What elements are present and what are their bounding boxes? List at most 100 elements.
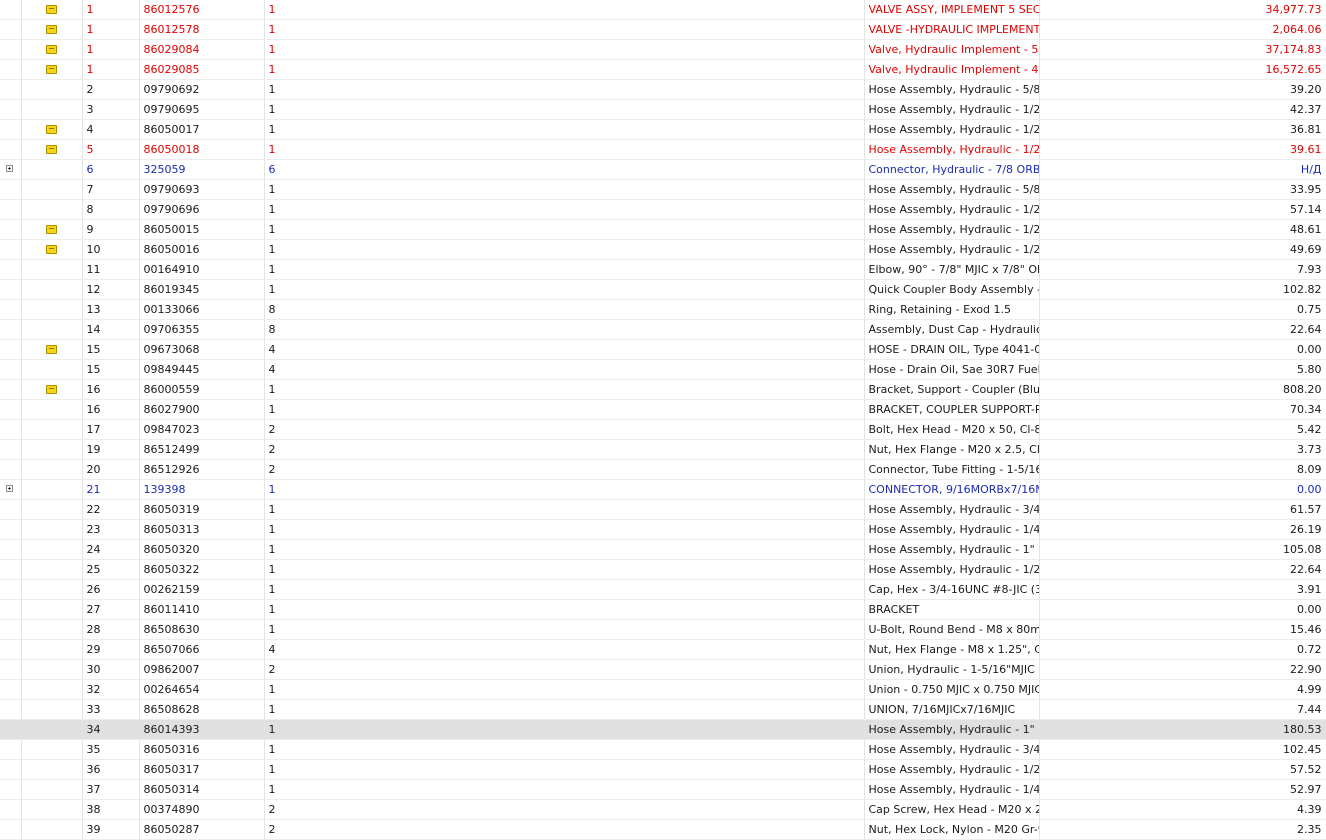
expand-cell — [0, 319, 22, 340]
table-row[interactable]: 15 09673068 4 HOSE - DRAIN OIL, Type 4041- 0… — [0, 339, 1326, 360]
table-row[interactable]: 33865086281UNION, 7/16MJICx7/16MJIC7.444… — [0, 699, 1326, 720]
note-icon[interactable] — [46, 144, 57, 154]
part-number-cell: 86050319 — [139, 499, 265, 520]
table-row[interactable]: 211393981CONNECTOR, 9/16MORBx7/16MJIC0.0… — [0, 479, 1326, 500]
note-cell — [21, 79, 83, 100]
part-number-cell: 86050016 — [139, 239, 265, 260]
table-row[interactable]: 19 86512499 2 Nut, Hex Flange - M20 x 2.5, … — [0, 439, 1326, 460]
table-row[interactable]: 25 86050322 1 Hose Assembly, Hydraulic - 1/… — [0, 559, 1326, 580]
quantity-cell: 2 — [264, 659, 865, 680]
parts-table: 1860125761VALVE ASSY, IMPLEMENT 5 SECTIO… — [0, 0, 1326, 840]
note-cell — [21, 739, 83, 760]
note-icon[interactable] — [46, 24, 57, 34]
position-cell: 23 — [82, 519, 140, 540]
table-row[interactable]: 16 86027900 1 BRACKET, COUPLER SUPPORT-RED 7… — [0, 399, 1326, 420]
table-row[interactable]: 37 86050314 1 Hose Assembly, Hydraulic - 1/… — [0, 779, 1326, 800]
part-number-cell: 09790696 — [139, 199, 265, 220]
table-row[interactable]: 30 09862007 2 Union, Hydraulic - 1-5/16"MJI… — [0, 659, 1326, 680]
price-cell: 37,174.83 — [1039, 39, 1326, 60]
expand-cell — [0, 339, 22, 360]
position-cell: 24 — [82, 539, 140, 560]
table-row[interactable]: 15 09849445 4 Hose - Drain Oil, Sae 30R7 Fu… — [0, 359, 1326, 380]
expand-cell — [0, 499, 22, 520]
note-cell — [21, 539, 83, 560]
expand-cell — [0, 739, 22, 760]
description-cell: Connector, Tube Fitting - 1-5/16"JIC x 1… — [864, 459, 1040, 480]
expand-icon[interactable] — [6, 165, 13, 172]
table-row[interactable]: 2097906921Hose Assembly, Hydraulic - 5/8… — [0, 79, 1326, 100]
expand-cell — [0, 799, 22, 820]
table-row[interactable]: 20 86512926 2 Connector, Tube Fitting - 1-5… — [0, 459, 1326, 480]
description-cell: Hose Assembly, Hydraulic - 1/2" ID x 117… — [864, 139, 1040, 160]
quantity-cell: 1 — [264, 699, 865, 720]
table-row[interactable]: 11 00164910 1 Elbow, 90° - 7/8" MJIC x 7/8"… — [0, 259, 1326, 280]
note-cell — [21, 439, 83, 460]
table-row[interactable]: 13 00133066 8 Ring, Retaining - Exod 1.5 0.7… — [0, 299, 1326, 320]
part-number-cell: 86029085 — [139, 59, 265, 80]
expand-cell — [0, 359, 22, 380]
table-row[interactable]: 10 86050016 1 Hose Assembly, Hydraulic - 1/… — [0, 239, 1326, 260]
part-number-cell: 09790692 — [139, 79, 265, 100]
price-cell: 61.57 — [1039, 499, 1326, 520]
expand-cell — [0, 439, 22, 460]
price-cell: 4.99 — [1039, 679, 1326, 700]
part-number-cell: 86012576 — [139, 0, 265, 20]
expand-cell — [0, 299, 22, 320]
table-row[interactable]: 22 86050319 1 Hose Assembly, Hydraulic - 3/… — [0, 499, 1326, 520]
note-icon[interactable] — [46, 344, 57, 354]
note-icon[interactable] — [46, 384, 57, 394]
note-icon[interactable] — [46, 244, 57, 254]
expand-cell — [0, 259, 22, 280]
table-row[interactable]: 1 86029085 1 Valve, Hydraulic Implement - 4… — [0, 59, 1326, 80]
table-row[interactable]: 14 09706355 8 Assembly, Dust Cap - Hydrauli… — [0, 319, 1326, 340]
note-cell — [21, 279, 83, 300]
table-row[interactable]: 8097906961Hose Assembly, Hydraulic - 1/2… — [0, 199, 1326, 220]
table-row[interactable]: 32 00264654 1 Union - 0.750 MJIC x 0.750 MJ… — [0, 679, 1326, 700]
part-number-cell: 00264654 — [139, 679, 265, 700]
table-row[interactable]: 27860114101BRACKET0.000.00 — [0, 599, 1326, 620]
position-cell: 16 — [82, 399, 140, 420]
table-row[interactable]: 12860193451Quick Coupler Body Assembly -… — [0, 279, 1326, 300]
note-icon[interactable] — [46, 64, 57, 74]
table-row[interactable]: 36 86050317 1 Hose Assembly, Hydraulic - 1/… — [0, 759, 1326, 780]
table-row[interactable]: 23 86050313 1 Hose Assembly, Hydraulic - 1/… — [0, 519, 1326, 540]
note-icon[interactable] — [46, 124, 57, 134]
table-row[interactable]: 7097906931Hose Assembly, Hydraulic - 5/8… — [0, 179, 1326, 200]
table-row[interactable]: 63250596Connector, Hydraulic - 7/8 ORB x… — [0, 159, 1326, 180]
table-row[interactable]: 28865086301U-Bolt, Round Bend - M8 x 80m… — [0, 619, 1326, 640]
position-cell: 37 — [82, 779, 140, 800]
table-row[interactable]: 5860500181Hose Assembly, Hydraulic - 1/2… — [0, 139, 1326, 160]
note-icon[interactable] — [46, 224, 57, 234]
table-row[interactable]: 29 86507066 4 Nut, Hex Flange - M8 x 1.25",… — [0, 639, 1326, 660]
table-row[interactable]: 1860125781VALVE -HYDRAULIC IMPLEMENT, 4 … — [0, 19, 1326, 40]
table-row[interactable]: 16 86000559 1 Bracket, Support - Coupler (B… — [0, 379, 1326, 400]
position-cell: 2 — [82, 79, 140, 100]
description-cell: Hose Assembly, Hydraulic - 1" ID x 3500m… — [864, 719, 1040, 740]
table-row[interactable]: 26 00262159 1 Cap, Hex - 3/4-16UNC #8-JIC (… — [0, 579, 1326, 600]
note-cell — [21, 559, 83, 580]
note-icon[interactable] — [46, 44, 57, 54]
table-row[interactable]: 35 86050316 1 Hose Assembly, Hydraulic - 3/… — [0, 739, 1326, 760]
note-cell — [21, 139, 83, 160]
note-cell — [21, 399, 83, 420]
price-cell: 70.34 — [1039, 399, 1326, 420]
part-number-cell: 86029084 — [139, 39, 265, 60]
quantity-cell: 1 — [264, 559, 865, 580]
table-row[interactable]: 34 86014393 1 Hose Assembly, Hydraulic - 1"… — [0, 719, 1326, 740]
note-icon[interactable] — [46, 4, 57, 14]
table-row[interactable]: 17 09847023 2 Bolt, Hex Head - M20 x 50, Cl… — [0, 419, 1326, 440]
position-cell: 11 — [82, 259, 140, 280]
table-row[interactable]: 24 86050320 1 Hose Assembly, Hydraulic - 1"… — [0, 539, 1326, 560]
expand-cell — [0, 539, 22, 560]
table-row[interactable]: 1 86029084 1 Valve, Hydraulic Implement - 5… — [0, 39, 1326, 60]
expand-icon[interactable] — [6, 485, 13, 492]
table-row[interactable]: 38003748902Cap Screw, Hex Head - M20 x 2… — [0, 799, 1326, 820]
table-row[interactable]: 4860500171Hose Assembly, Hydraulic - 1/2… — [0, 119, 1326, 140]
table-row[interactable]: 9860500151Hose Assembly, Hydraulic - 1/2… — [0, 219, 1326, 240]
expand-cell — [0, 679, 22, 700]
description-cell: Hose Assembly, Hydraulic - 3/4" ID x 131… — [864, 499, 1040, 520]
quantity-cell: 1 — [264, 59, 865, 80]
price-cell: 22.90 — [1039, 659, 1326, 680]
table-row[interactable]: 1860125761VALVE ASSY, IMPLEMENT 5 SECTIO… — [0, 0, 1326, 20]
table-row[interactable]: 3097906951Hose Assembly, Hydraulic - 1/2… — [0, 99, 1326, 120]
